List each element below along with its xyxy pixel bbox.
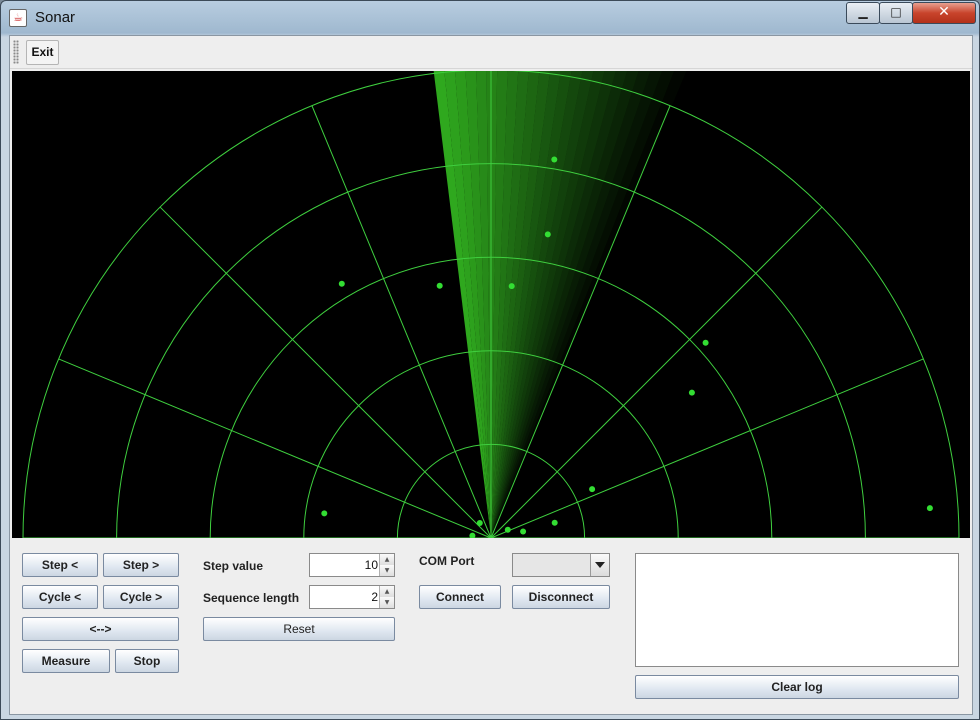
radar-target-blip (688, 389, 695, 396)
spinner-down-icon[interactable]: ▼ (380, 597, 394, 608)
step-value-label: Step value (203, 559, 264, 573)
toolbar-grip-icon[interactable] (13, 40, 19, 64)
sequence-length-field[interactable]: 2 (371, 586, 378, 608)
step-right-button[interactable]: Step > (103, 553, 179, 577)
clear-log-button[interactable]: Clear log (635, 675, 959, 699)
radar-target-blip (504, 526, 511, 533)
radar-target-blip (551, 519, 558, 526)
radar-target-blip (551, 156, 558, 163)
radar-target-blip (520, 528, 527, 535)
radar-canvas (22, 71, 960, 538)
com-port-label: COM Port (419, 554, 475, 568)
cycle-left-button[interactable]: Cycle < (22, 585, 98, 609)
window-title: Sonar (35, 9, 76, 26)
spinner-arrows: ▲ ▼ (379, 586, 394, 608)
com-port-dropdown[interactable] (512, 553, 610, 577)
radar-target-blip (589, 486, 596, 493)
measure-button[interactable]: Measure (22, 649, 110, 673)
radar-display (12, 71, 970, 538)
minimize-button[interactable]: ▁ (846, 2, 880, 24)
connect-button[interactable]: Connect (419, 585, 501, 609)
log-textarea[interactable] (635, 553, 959, 667)
sequence-length-spinner[interactable]: 2 ▲ ▼ (309, 585, 395, 609)
step-value-field[interactable]: 10 (365, 554, 378, 576)
close-button[interactable]: ✕ (912, 2, 976, 24)
spinner-down-icon[interactable]: ▼ (380, 565, 394, 576)
radar-target-blip (508, 283, 515, 290)
bearing-spoke (58, 358, 492, 538)
title-bar[interactable]: ☕ Sonar ▁ □ ✕ (1, 1, 979, 35)
cycle-right-button[interactable]: Cycle > (103, 585, 179, 609)
java-cup-icon: ☕ (9, 9, 27, 27)
sonar-window: ☕ Sonar ▁ □ ✕ Exit Step < Step > Cycle <… (0, 0, 980, 720)
radar-target-blip (321, 510, 328, 517)
exit-button[interactable]: Exit (26, 40, 59, 65)
chevron-down-icon[interactable] (590, 554, 609, 576)
sweep-button[interactable]: <--> (22, 617, 179, 641)
radar-target-blip (476, 520, 483, 526)
radar-target-blip (926, 505, 933, 512)
client-area: Exit Step < Step > Cycle < Cycle > <--> … (9, 35, 973, 715)
radar-target-blip (338, 280, 345, 287)
spinner-arrows: ▲ ▼ (379, 554, 394, 576)
stop-button[interactable]: Stop (115, 649, 179, 673)
radar-target-blip (436, 282, 443, 289)
maximize-button[interactable]: □ (879, 2, 913, 24)
step-left-button[interactable]: Step < (22, 553, 98, 577)
sequence-length-label: Sequence length (203, 591, 300, 605)
radar-target-blip (469, 532, 476, 538)
radar-target-blip (544, 231, 551, 238)
reset-button[interactable]: Reset (203, 617, 395, 641)
disconnect-button[interactable]: Disconnect (512, 585, 610, 609)
toolbar: Exit (10, 36, 972, 69)
bearing-spoke (159, 206, 492, 538)
radar-target-blip (702, 339, 709, 346)
step-value-spinner[interactable]: 10 ▲ ▼ (309, 553, 395, 577)
